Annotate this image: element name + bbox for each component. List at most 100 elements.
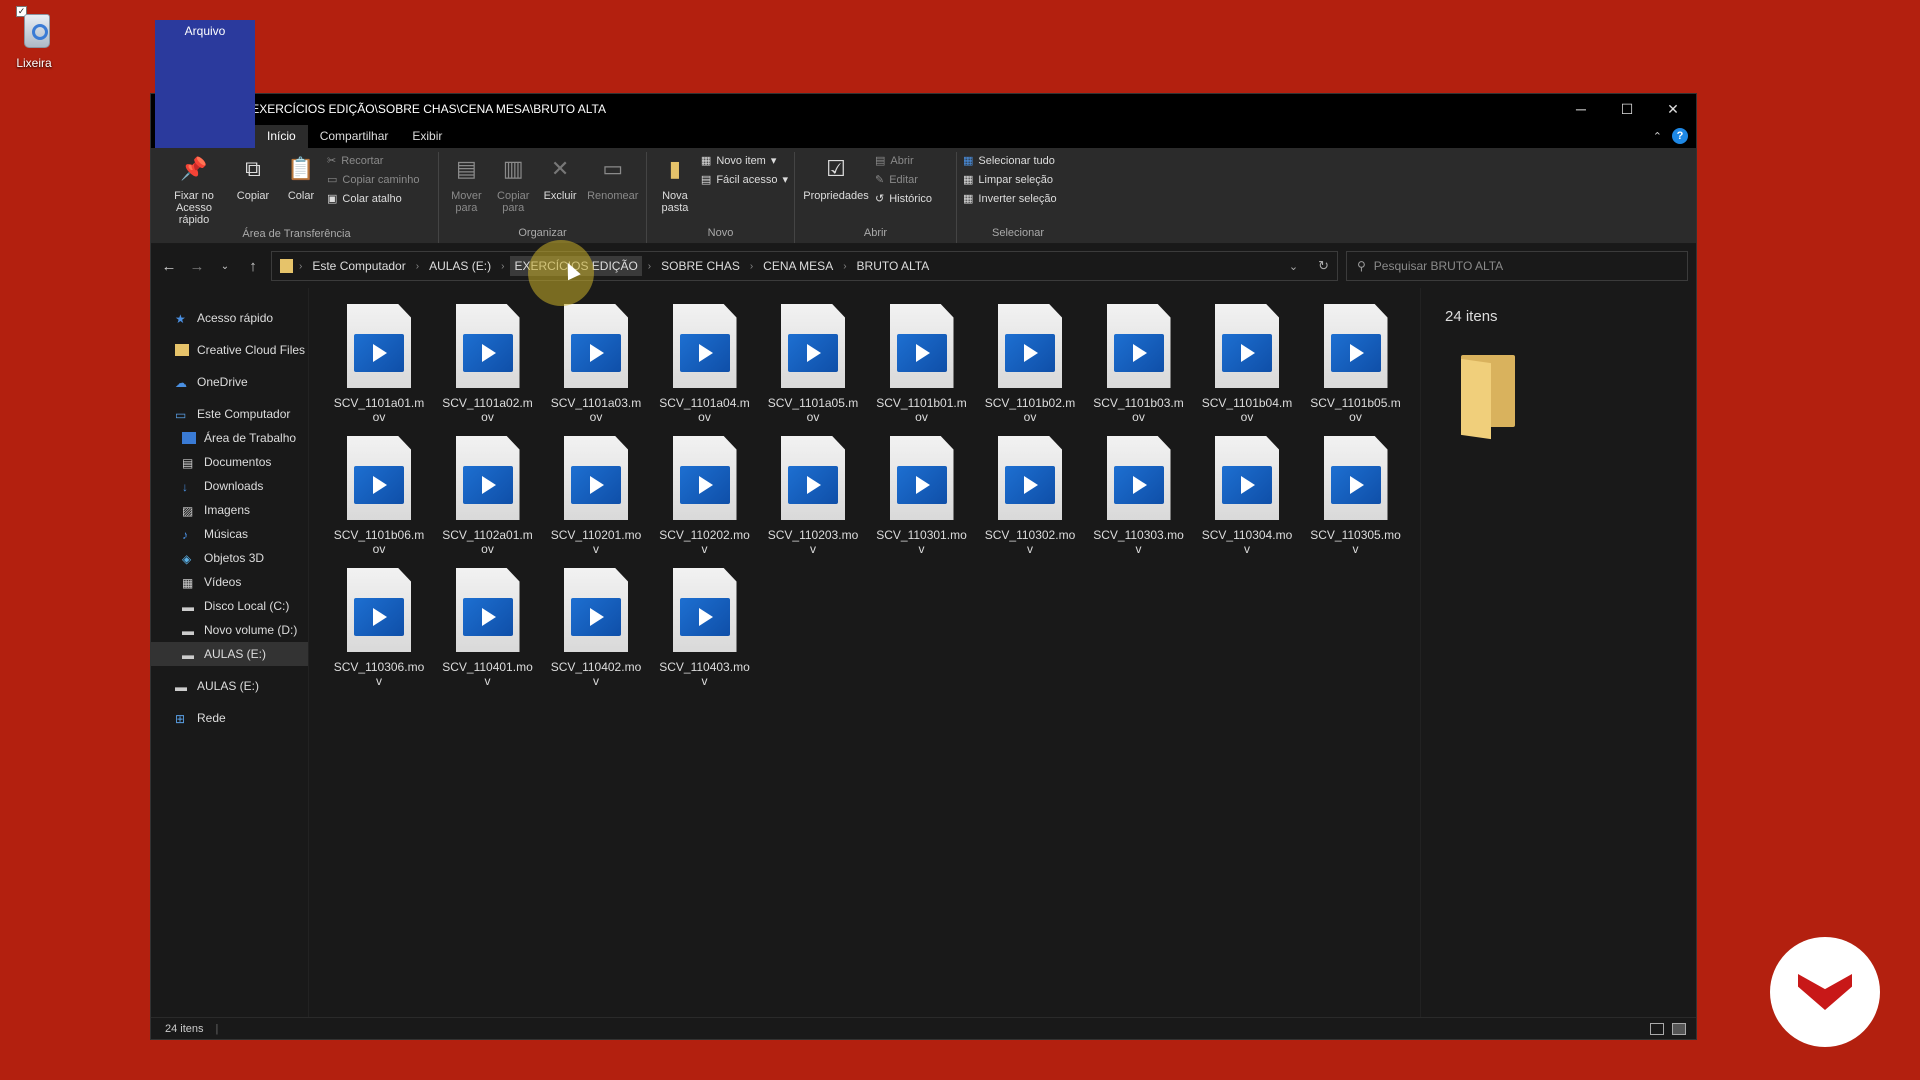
sidebar-item-disco-local-c[interactable]: ▬ Disco Local (C:) — [151, 594, 308, 618]
file-name: SCV_110301.mov — [876, 528, 967, 556]
rename-button[interactable]: ▭ Renomear — [585, 152, 640, 225]
video-file-icon — [1106, 304, 1171, 388]
sidebar-item-creative-cloud[interactable]: Creative Cloud Files — [151, 338, 308, 362]
up-arrow-icon[interactable]: ↑ — [243, 258, 263, 275]
file-item[interactable]: SCV_110202.mov — [655, 436, 755, 564]
tab-home[interactable]: Início — [255, 125, 308, 148]
file-item[interactable]: SCV_1101a04.mov — [655, 304, 755, 432]
new-folder-icon: ▮ — [668, 156, 681, 181]
video-file-icon — [564, 436, 628, 520]
easy-access-icon: ▤ — [700, 174, 712, 186]
help-icon[interactable]: ? — [1672, 128, 1688, 144]
minimize-button[interactable]: ─ — [1558, 101, 1604, 118]
sidebar-item-musicas[interactable]: ♪ Músicas — [151, 522, 308, 546]
file-item[interactable]: SCV_1101a03.mov — [546, 304, 646, 432]
close-button[interactable]: ✕ — [1650, 101, 1696, 118]
file-item[interactable]: SCV_1101a01.mov — [329, 304, 429, 432]
sidebar-item-videos[interactable]: ▦ Vídeos — [151, 570, 308, 594]
file-item[interactable]: SCV_1101b01.mov — [872, 304, 972, 432]
new-item-button[interactable]: ▦ Novo item ▾ — [701, 154, 788, 168]
edit-button[interactable]: ✎ Editar — [875, 173, 932, 187]
move-to-button[interactable]: ▤ Mover para — [445, 152, 488, 225]
file-item[interactable]: SCV_110304.mov — [1197, 436, 1297, 564]
file-name: SCV_1101a02.mov — [442, 396, 533, 424]
file-item[interactable]: SCV_110402.mov — [546, 568, 646, 696]
paste-shortcut-button[interactable]: ▣ Colar atalho — [327, 192, 419, 206]
sidebar-item-acesso-rapido[interactable]: ★ Acesso rápido — [151, 306, 308, 330]
file-item[interactable]: SCV_110305.mov — [1306, 436, 1406, 564]
cube-icon: ◈ — [182, 552, 192, 566]
details-view-icon[interactable] — [1650, 1022, 1664, 1035]
history-button[interactable]: ↺ Histórico — [875, 192, 932, 206]
breadcrumb-este-computador[interactable]: Este Computador — [308, 256, 409, 276]
tab-view[interactable]: Exibir — [400, 125, 454, 148]
file-item[interactable]: SCV_110302.mov — [980, 436, 1080, 564]
breadcrumb-aulas-e[interactable]: AULAS (E:) — [425, 256, 495, 276]
invert-selection-button[interactable]: ▦ Inverter seleção — [963, 192, 1057, 206]
forward-arrow-icon[interactable]: → — [187, 258, 207, 275]
sidebar-item-rede[interactable]: ⊞ Rede — [151, 706, 308, 730]
recent-locations-icon[interactable]: ⌄ — [215, 261, 235, 272]
search-box[interactable]: ⚲ — [1346, 251, 1688, 281]
video-file-icon — [347, 436, 411, 520]
file-item[interactable]: SCV_1101a05.mov — [763, 304, 863, 432]
copy-path-button[interactable]: ▭ Copiar caminho — [327, 173, 419, 187]
easy-access-button[interactable]: ▤ Fácil acesso ▾ — [700, 173, 788, 187]
drive-icon: ▬ — [182, 600, 194, 614]
file-item[interactable]: SCV_110301.mov — [872, 436, 972, 564]
file-item[interactable]: SCV_1101b02.mov — [980, 304, 1080, 432]
file-item[interactable]: SCV_110403.mov — [655, 568, 755, 696]
collapse-ribbon-icon[interactable]: ⌃ — [1653, 130, 1662, 143]
file-item[interactable]: SCV_110401.mov — [438, 568, 538, 696]
select-none-button[interactable]: ▦ Limpar seleção — [963, 173, 1057, 187]
properties-button[interactable]: ☑ Propriedades — [801, 152, 871, 225]
delete-button[interactable]: ✕ Excluir — [539, 152, 582, 225]
breadcrumb-sobre-chas[interactable]: SOBRE CHAS — [657, 256, 744, 276]
copy-button[interactable]: ⧉ Copiar — [231, 152, 275, 226]
address-bar[interactable]: › Este Computador › AULAS (E:) › EXERCÍC… — [271, 251, 1338, 281]
maximize-button[interactable]: ☐ — [1604, 101, 1650, 118]
address-dropdown-icon[interactable]: ⌄ — [1289, 260, 1298, 273]
sidebar-item-novo-volume-d[interactable]: ▬ Novo volume (D:) — [151, 618, 308, 642]
sidebar-item-aulas-e-root[interactable]: ▬ AULAS (E:) — [151, 674, 308, 698]
sidebar-item-aulas-e[interactable]: ▬ AULAS (E:) — [151, 642, 308, 666]
file-item[interactable]: SCV_1101b04.mov — [1197, 304, 1297, 432]
file-item[interactable]: SCV_110303.mov — [1089, 436, 1189, 564]
file-item[interactable]: SCV_1101b05.mov — [1306, 304, 1406, 432]
sidebar-item-area-de-trabalho[interactable]: Área de Trabalho — [151, 426, 308, 450]
sidebar-item-objetos-3d[interactable]: ◈ Objetos 3D — [151, 546, 308, 570]
sidebar-item-downloads[interactable]: ↓ Downloads — [151, 474, 308, 498]
cloud-icon: ☁ — [175, 376, 187, 390]
cut-button[interactable]: ✂ Recortar — [327, 154, 419, 168]
large-icons-view-icon[interactable] — [1672, 1022, 1686, 1035]
file-item[interactable]: SCV_1101b06.mov — [329, 436, 429, 564]
sidebar-item-imagens[interactable]: ▨ Imagens — [151, 498, 308, 522]
file-item[interactable]: SCV_110201.mov — [546, 436, 646, 564]
video-file-icon — [347, 568, 411, 652]
paste-button[interactable]: 📋 Colar — [279, 152, 323, 226]
file-name: SCV_110304.mov — [1201, 528, 1293, 556]
refresh-icon[interactable]: ↻ — [1318, 258, 1329, 274]
tab-share[interactable]: Compartilhar — [308, 125, 401, 148]
tab-file[interactable]: Arquivo — [155, 20, 255, 148]
file-item[interactable]: SCV_110306.mov — [329, 568, 429, 696]
select-all-button[interactable]: ▦ Selecionar tudo — [963, 154, 1057, 168]
sidebar-item-documentos[interactable]: ▤ Documentos — [151, 450, 308, 474]
search-input[interactable] — [1373, 259, 1654, 273]
file-item[interactable]: SCV_1102a01.mov — [438, 436, 538, 564]
file-item[interactable]: SCV_1101a02.mov — [438, 304, 538, 432]
file-item[interactable]: SCV_1101b03.mov — [1089, 304, 1189, 432]
breadcrumb-bruto-alta[interactable]: BRUTO ALTA — [853, 256, 934, 276]
drive-icon: ▬ — [182, 648, 194, 662]
recycle-bin-desktop-icon[interactable]: ✓ Lixeira — [10, 6, 58, 70]
open-button[interactable]: ▤ Abrir — [875, 154, 932, 168]
pin-quick-access-button[interactable]: 📌 Fixar no Acesso rápido — [161, 152, 227, 227]
back-arrow-icon[interactable]: ← — [159, 258, 179, 275]
video-file-icon — [347, 304, 411, 388]
copy-to-button[interactable]: ▥ Copiar para — [492, 152, 535, 225]
breadcrumb-cena-mesa[interactable]: CENA MESA — [759, 256, 837, 276]
sidebar-item-onedrive[interactable]: ☁ OneDrive — [151, 370, 308, 394]
sidebar-item-este-computador[interactable]: ▭ Este Computador — [151, 402, 308, 426]
new-folder-button[interactable]: ▮ Nova pasta — [653, 152, 697, 225]
file-item[interactable]: SCV_110203.mov — [763, 436, 863, 564]
